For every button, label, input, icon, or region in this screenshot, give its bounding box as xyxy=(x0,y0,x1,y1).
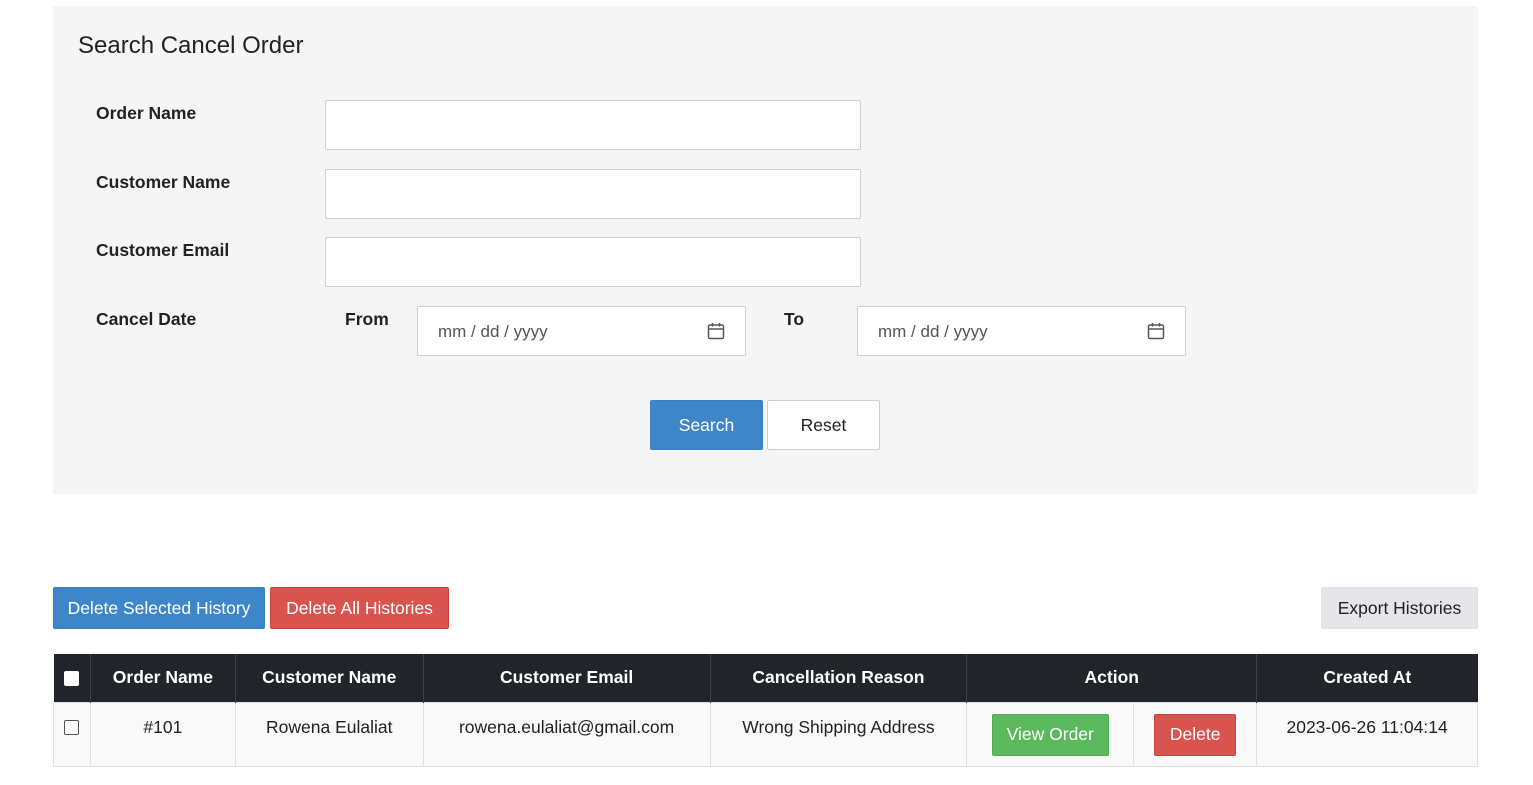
header-customer-email[interactable]: Customer Email xyxy=(422,654,711,702)
panel-title: Search Cancel Order xyxy=(78,32,304,59)
date-to-placeholder: mm / dd / yyyy xyxy=(878,322,988,341)
customer-name-input[interactable] xyxy=(325,169,861,219)
view-order-button[interactable]: View Order xyxy=(991,713,1109,756)
search-button[interactable]: Search xyxy=(650,400,763,450)
delete-row-button[interactable]: Delete xyxy=(1154,713,1237,756)
header-created-at[interactable]: Created At xyxy=(1256,654,1478,702)
row-select-cell xyxy=(53,701,91,767)
date-from-input[interactable]: mm / dd / yyyy xyxy=(417,306,746,356)
cell-order-name: #101 xyxy=(89,701,236,767)
table-row: #101 Rowena Eulaliat rowena.eulaliat@gma… xyxy=(53,701,1478,767)
header-customer-name[interactable]: Customer Name xyxy=(234,654,424,702)
cell-reason: Wrong Shipping Address xyxy=(709,701,968,767)
calendar-icon[interactable] xyxy=(1147,322,1165,340)
cell-delete-action: Delete xyxy=(1133,701,1258,767)
row-checkbox[interactable] xyxy=(64,720,80,736)
cancel-date-label: Cancel Date xyxy=(96,309,197,329)
customer-email-input[interactable] xyxy=(325,237,861,287)
date-from-placeholder: mm / dd / yyyy xyxy=(438,322,548,341)
date-to-input[interactable]: mm / dd / yyyy xyxy=(857,306,1186,356)
export-histories-button[interactable]: Export Histories xyxy=(1321,587,1478,629)
header-cancellation-reason[interactable]: Cancellation Reason xyxy=(709,654,967,702)
calendar-icon[interactable] xyxy=(707,322,725,340)
select-all-cell xyxy=(53,654,91,702)
order-name-label: Order Name xyxy=(96,103,197,123)
header-action: Action xyxy=(966,654,1257,702)
from-label: From xyxy=(345,309,389,329)
customer-name-label: Customer Name xyxy=(96,172,231,192)
cell-view-action: View Order xyxy=(966,701,1135,767)
customer-email-label: Customer Email xyxy=(96,240,230,260)
to-label: To xyxy=(784,309,805,329)
delete-selected-button[interactable]: Delete Selected History xyxy=(53,587,265,629)
cell-customer-email: rowena.eulaliat@gmail.com xyxy=(422,701,711,767)
search-panel: Search Cancel Order Order Name Customer … xyxy=(53,6,1478,494)
order-name-input[interactable] xyxy=(325,100,861,150)
select-all-checkbox[interactable] xyxy=(64,671,80,687)
reset-button[interactable]: Reset xyxy=(767,400,880,450)
cancel-history-table: Order Name Customer Name Customer Email … xyxy=(53,654,1478,767)
header-order-name[interactable]: Order Name xyxy=(89,654,236,702)
cell-customer-name: Rowena Eulaliat xyxy=(234,701,424,767)
table-header-row: Order Name Customer Name Customer Email … xyxy=(53,654,1478,702)
cell-created-at: 2023-06-26 11:04:14 xyxy=(1256,701,1478,767)
delete-all-button[interactable]: Delete All Histories xyxy=(270,587,449,629)
